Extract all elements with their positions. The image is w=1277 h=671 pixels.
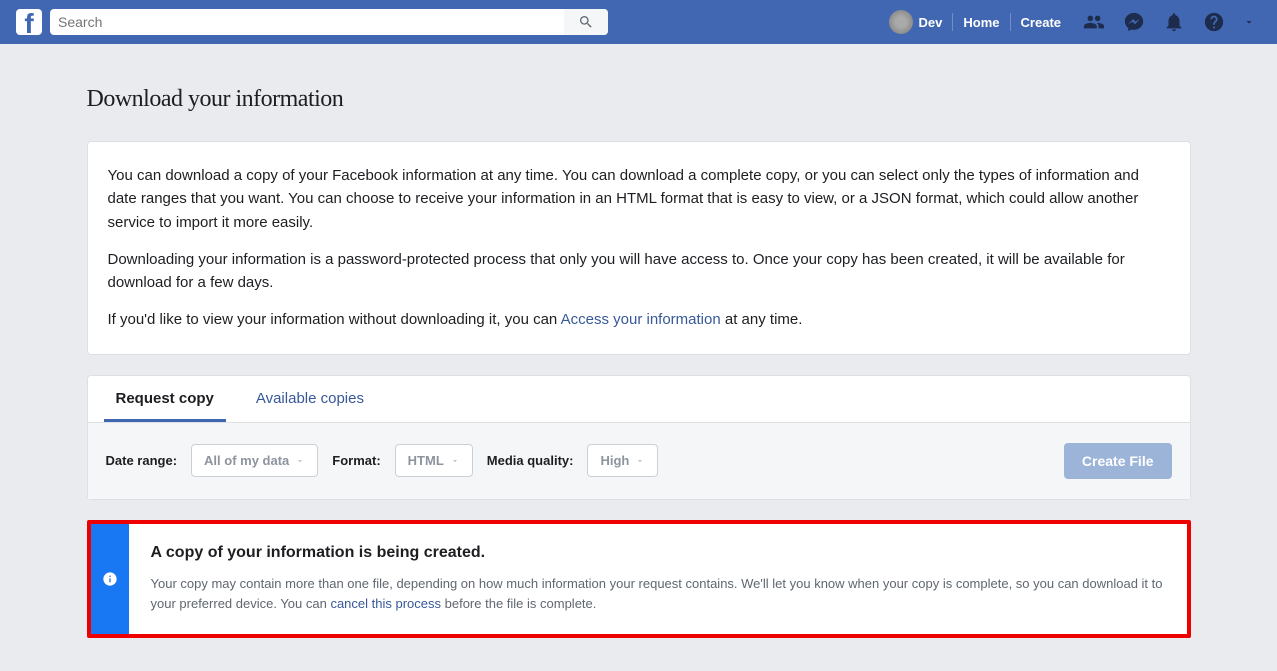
intro-paragraph-2: Downloading your information is a passwo… [108,248,1170,295]
intro-paragraph-1: You can download a copy of your Facebook… [108,164,1170,234]
friends-icon[interactable] [1077,5,1111,39]
avatar [889,10,913,34]
search-icon [578,14,594,30]
intro-paragraph-3: If you'd like to view your information w… [108,308,1170,331]
chevron-down-icon [635,456,645,466]
facebook-logo[interactable]: f [16,9,42,35]
page-title: Download your information [87,86,1191,113]
request-card: Request copy Available copies Date range… [87,375,1191,500]
create-file-button[interactable]: Create File [1064,443,1172,479]
chevron-down-icon [295,456,305,466]
profile-link[interactable]: Dev [879,10,953,34]
media-quality-select[interactable]: High [587,444,658,477]
tabs: Request copy Available copies [88,376,1190,423]
nav-create[interactable]: Create [1011,15,1071,30]
notification-title: A copy of your information is being crea… [151,544,1165,562]
search-button[interactable] [564,9,608,35]
dropdown-icon[interactable] [1237,5,1261,39]
messenger-icon[interactable] [1117,5,1151,39]
notification-box: A copy of your information is being crea… [87,520,1191,638]
search-wrap [50,9,608,35]
info-icon [102,571,118,587]
topbar: f Dev Home Create [0,0,1277,44]
date-range-select[interactable]: All of my data [191,444,318,477]
access-info-link[interactable]: Access your information [561,311,721,328]
intro-card: You can download a copy of your Facebook… [87,141,1191,355]
notification-text: Your copy may contain more than one file… [151,574,1165,614]
date-range-label: Date range: [106,453,178,468]
tab-available-copies[interactable]: Available copies [244,376,376,422]
notifications-icon[interactable] [1157,5,1191,39]
notification-body: A copy of your information is being crea… [129,524,1187,634]
cancel-process-link[interactable]: cancel this process [330,596,441,611]
tab-request-copy[interactable]: Request copy [104,376,226,422]
nav-home[interactable]: Home [953,15,1009,30]
help-icon[interactable] [1197,5,1231,39]
search-input[interactable] [50,9,608,35]
format-label: Format: [332,453,380,468]
profile-name: Dev [919,15,943,30]
format-select[interactable]: HTML [395,444,473,477]
main-container: Download your information You can downlo… [87,44,1191,638]
controls-row: Date range: All of my data Format: HTML … [88,423,1190,499]
topbar-right: Dev Home Create [879,5,1261,39]
media-quality-label: Media quality: [487,453,574,468]
notification-sidebar [91,524,129,634]
chevron-down-icon [450,456,460,466]
